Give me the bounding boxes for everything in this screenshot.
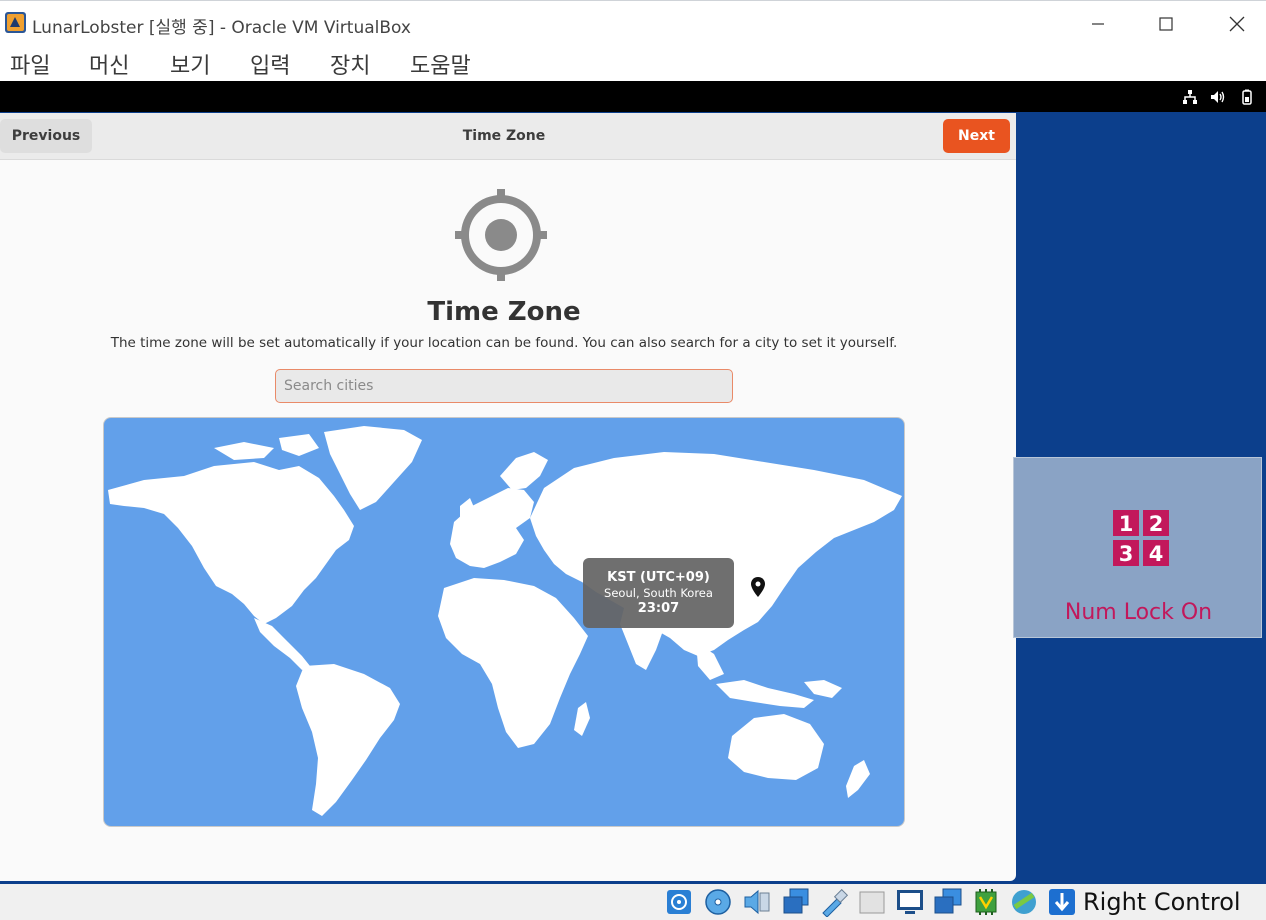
menu-devices[interactable]: 장치 — [330, 48, 370, 80]
optical-drive-icon[interactable] — [703, 887, 733, 917]
menu-machine[interactable]: 머신 — [89, 48, 129, 80]
timezone-abbreviation: KST (UTC+09) — [607, 570, 710, 585]
audio-icon[interactable] — [742, 887, 772, 917]
menu-bar: 파일 머신 보기 입력 장치 도움말 — [0, 45, 1266, 81]
numlock-digit-3: 3 — [1119, 542, 1134, 566]
next-button[interactable]: Next — [943, 119, 1010, 153]
map-pin-icon[interactable] — [751, 577, 765, 597]
display-icon[interactable] — [895, 887, 925, 917]
numlock-digit-1: 1 — [1119, 512, 1134, 536]
volume-icon[interactable] — [1209, 88, 1227, 106]
network-adapter-icon[interactable] — [781, 887, 811, 917]
timezone-city: Seoul, South Korea — [604, 586, 713, 600]
page-description: The time zone will be set automatically … — [110, 335, 898, 351]
minimize-icon — [1092, 23, 1104, 25]
numlock-digit-2: 2 — [1149, 512, 1164, 536]
location-target-icon — [455, 189, 547, 281]
shared-folder-icon[interactable] — [857, 887, 887, 917]
world-map[interactable]: KST (UTC+09) Seoul, South Korea 23:07 — [103, 417, 905, 827]
menu-help[interactable]: 도움말 — [410, 48, 471, 80]
host-key-label: Right Control — [1083, 888, 1241, 916]
maximize-button[interactable] — [1148, 9, 1184, 39]
minimize-button[interactable] — [1080, 9, 1116, 39]
menu-view[interactable]: 보기 — [170, 48, 210, 80]
menu-file[interactable]: 파일 — [10, 48, 50, 80]
close-icon — [1229, 16, 1245, 32]
close-button[interactable] — [1219, 9, 1255, 39]
numlock-label: Num Lock On — [1064, 600, 1213, 625]
timezone-tooltip: KST (UTC+09) Seoul, South Korea 23:07 — [583, 558, 734, 628]
search-cities-input[interactable] — [275, 369, 733, 403]
page-title: Time Zone — [427, 297, 581, 327]
window-title: LunarLobster [실행 중] - Oracle VM VirtualB… — [32, 18, 411, 38]
recording-icon[interactable] — [933, 887, 963, 917]
numlock-icon: 1 2 3 4 — [1113, 510, 1169, 566]
network-icon[interactable] — [1181, 88, 1199, 106]
keyboard-capture-icon[interactable] — [1047, 887, 1077, 917]
menu-input[interactable]: 입력 — [250, 48, 290, 80]
usb-icon[interactable] — [819, 887, 849, 917]
guest-top-panel — [0, 81, 1266, 112]
hard-disk-icon[interactable] — [664, 887, 694, 917]
battery-icon[interactable] — [1238, 88, 1256, 106]
world-map-land — [108, 426, 902, 816]
cpu-icon[interactable] — [971, 887, 1001, 917]
window-titlebar: LunarLobster [실행 중] - Oracle VM VirtualB… — [0, 0, 1266, 45]
header-title: Time Zone — [462, 128, 546, 144]
numlock-osd: 1 2 3 4 Num Lock On — [1013, 457, 1262, 638]
virtualbox-icon — [5, 12, 26, 33]
vm-status-bar: Right Control — [0, 884, 1266, 920]
numlock-digit-4: 4 — [1149, 542, 1164, 566]
mouse-integration-icon[interactable] — [1009, 887, 1039, 917]
maximize-icon — [1159, 17, 1173, 31]
installer-header: Previous Time Zone Next — [0, 113, 1016, 160]
installer-window: Previous Time Zone Next Time Zone The ti… — [0, 113, 1016, 881]
timezone-time: 23:07 — [637, 601, 680, 616]
